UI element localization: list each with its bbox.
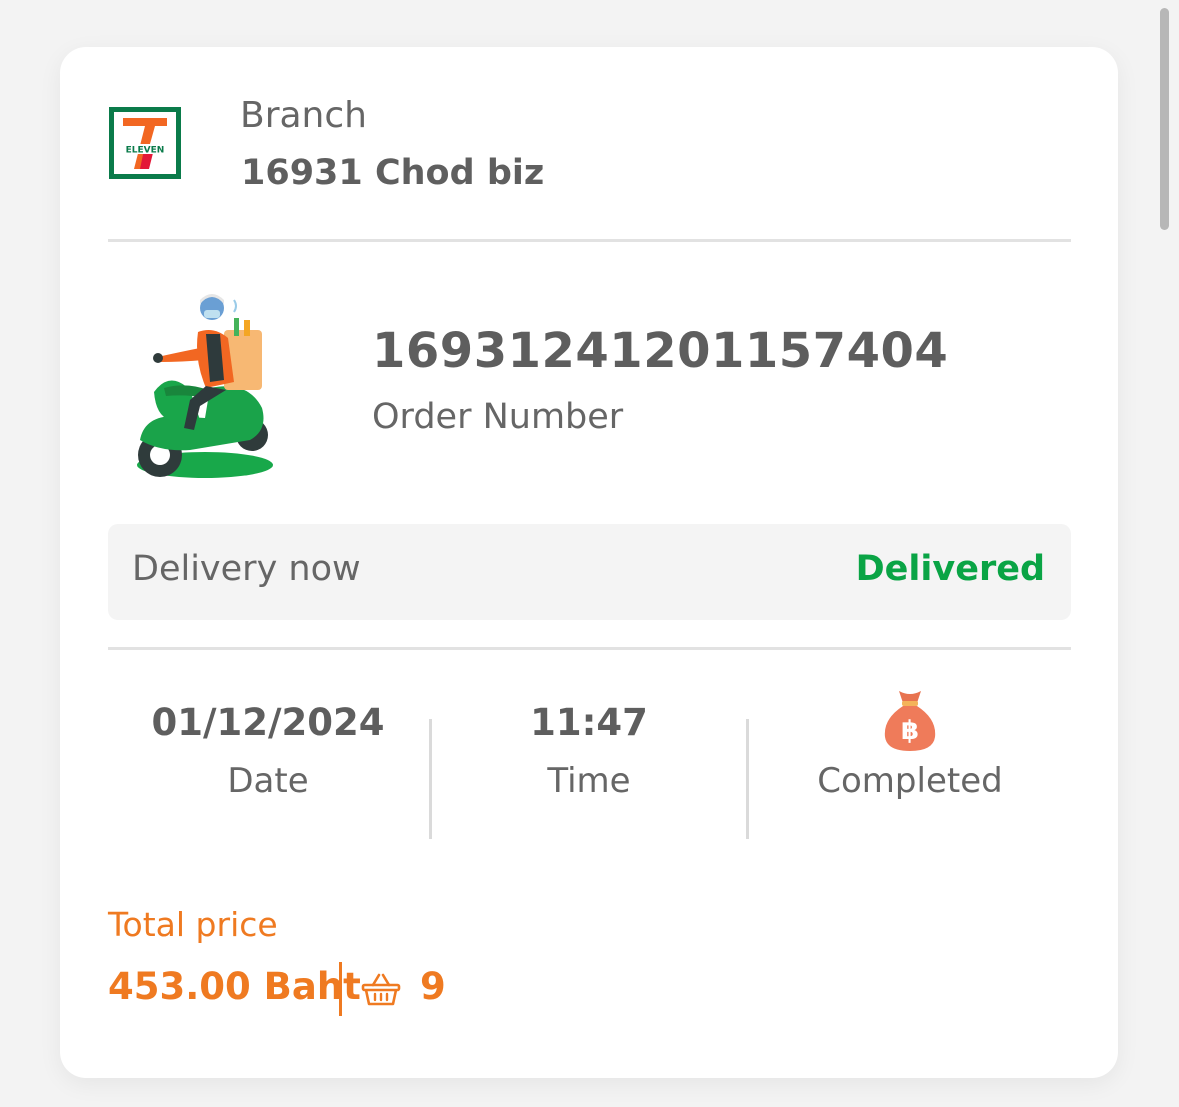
date-value: 01/12/2024 (151, 701, 385, 744)
branch-name: 16931 Chod biz (241, 153, 545, 193)
money-bag-baht-icon: ฿ (881, 687, 939, 753)
payment-status-label: Completed (817, 761, 1003, 801)
total-price-value: 453.00 Baht (108, 965, 361, 1008)
svg-text:฿: ฿ (901, 716, 919, 746)
price-separator (339, 962, 342, 1016)
date-label: Date (227, 761, 309, 801)
delivery-type: Delivery now (132, 549, 361, 589)
basket-item-count: 9 (420, 965, 446, 1008)
seven-eleven-logo-icon: ELEVEN (109, 107, 181, 179)
order-number: 16931241201157404 (372, 323, 949, 379)
time-stat: 11:47 Time (431, 697, 747, 801)
branch-label: Branch (240, 95, 367, 136)
stat-separator (746, 719, 749, 839)
delivery-status-box: Delivery now Delivered (108, 524, 1071, 620)
delivery-scooter-icon (130, 290, 280, 485)
delivery-status: Delivered (855, 549, 1045, 589)
total-price-label: Total price (108, 905, 278, 944)
divider-middle (108, 647, 1071, 650)
time-value: 11:47 (530, 701, 648, 744)
time-label: Time (547, 761, 631, 801)
order-number-label: Order Number (372, 397, 624, 437)
page-scrollbar[interactable] (1160, 8, 1169, 230)
divider-top (108, 239, 1071, 242)
svg-text:ELEVEN: ELEVEN (126, 146, 165, 156)
payment-stat: ฿ Completed (752, 691, 1068, 801)
basket-icon (361, 973, 401, 1007)
order-card: ELEVEN Branch 16931 Chod biz 16931241201… (60, 47, 1118, 1078)
date-stat: 01/12/2024 Date (110, 697, 426, 801)
